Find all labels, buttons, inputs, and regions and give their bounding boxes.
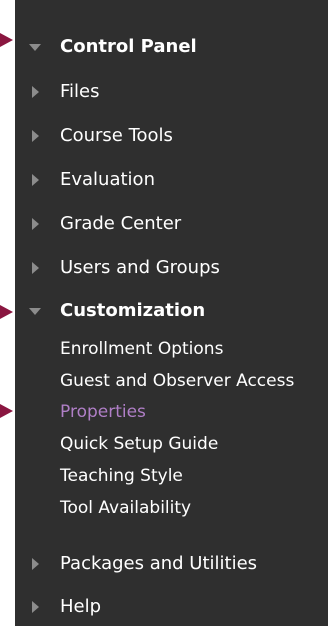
menu-item-label: Evaluation [60, 169, 155, 190]
menu-item-label: Help [60, 596, 102, 617]
chevron-down-icon [29, 44, 41, 51]
chevron-right-icon [32, 130, 39, 142]
submenu-link-quick-setup-guide[interactable]: Quick Setup Guide [60, 433, 218, 455]
submenu-link-tool-availability[interactable]: Tool Availability [60, 497, 191, 519]
menu-item-label: Packages and Utilities [60, 553, 258, 574]
submenu-link-enrollment-options[interactable]: Enrollment Options [60, 338, 223, 360]
pointer-arrow-icon [0, 305, 13, 319]
menu-item-help[interactable]: Help [15, 590, 328, 624]
submenu-link-guest-and-observer-access[interactable]: Guest and Observer Access [60, 370, 294, 392]
chevron-right-icon [32, 601, 39, 613]
menu-item-packages-and-utilities[interactable]: Packages and Utilities [15, 547, 328, 581]
control-panel-menu: Control Panel Files Course Tools Evaluat… [15, 0, 328, 626]
menu-item-label: Course Tools [60, 125, 173, 146]
menu-section-label: Customization [60, 300, 206, 321]
submenu-link-teaching-style[interactable]: Teaching Style [60, 465, 183, 487]
chevron-right-icon [32, 174, 39, 186]
menu-item-users-and-groups[interactable]: Users and Groups [15, 251, 328, 285]
menu-item-label: Grade Center [60, 213, 182, 234]
menu-section-customization[interactable]: Customization [15, 294, 328, 328]
chevron-right-icon [32, 218, 39, 230]
menu-item-course-tools[interactable]: Course Tools [15, 119, 328, 153]
screen: Control Panel Files Course Tools Evaluat… [0, 0, 331, 626]
submenu-link-properties[interactable]: Properties [60, 401, 146, 423]
pointer-arrow-icon [0, 404, 13, 418]
chevron-right-icon [32, 86, 39, 98]
menu-item-label: Files [60, 81, 100, 102]
pointer-arrow-icon [0, 33, 13, 47]
menu-item-grade-center[interactable]: Grade Center [15, 207, 328, 241]
chevron-right-icon [32, 558, 39, 570]
menu-section-control-panel[interactable]: Control Panel [15, 30, 328, 64]
menu-item-files[interactable]: Files [15, 75, 328, 109]
menu-item-label: Users and Groups [60, 257, 220, 278]
menu-section-label: Control Panel [60, 36, 197, 57]
chevron-right-icon [32, 262, 39, 274]
menu-item-evaluation[interactable]: Evaluation [15, 163, 328, 197]
chevron-down-icon [29, 308, 41, 315]
